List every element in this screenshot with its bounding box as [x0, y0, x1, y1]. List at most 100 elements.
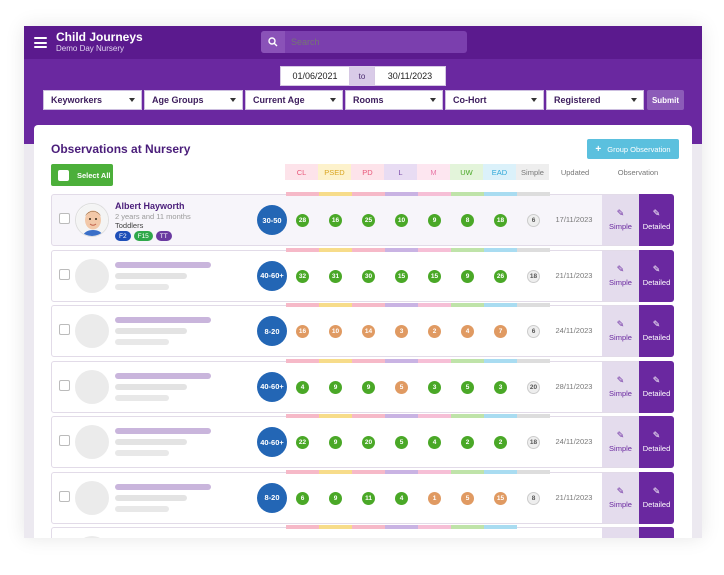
score-m: 9: [428, 214, 441, 227]
child-group: Toddlers: [115, 221, 144, 230]
chevron-down-icon: [330, 98, 336, 102]
simple-observation-button[interactable]: ✎ Simple: [602, 417, 639, 467]
area-stripe: [352, 525, 385, 529]
detailed-observation-button[interactable]: ✎ Detailed: [639, 360, 674, 413]
simple-label: Simple: [609, 499, 632, 509]
area-stripe: [451, 469, 484, 474]
pencil-icon: ✎: [616, 319, 625, 329]
area-stripe: [319, 414, 352, 418]
area-stripe: [352, 469, 385, 474]
updated-date: 17/11/2023: [555, 215, 593, 224]
child-row[interactable]: [51, 525, 674, 538]
detailed-observation-button[interactable]: ✎ Detailed: [639, 416, 674, 468]
area-stripe: [286, 469, 319, 474]
date-to-field[interactable]: 30/11/2023: [374, 66, 446, 86]
select-all-button[interactable]: Select All: [51, 164, 113, 186]
area-stripe: [418, 247, 451, 252]
area-stripe: [385, 303, 418, 307]
child-tags: F2 F15 TT: [115, 231, 175, 241]
age-groups-dropdown[interactable]: Age Groups: [144, 90, 243, 110]
select-all-checkbox[interactable]: [58, 169, 69, 181]
cohort-dropdown[interactable]: Co-Hort: [445, 90, 544, 110]
group-placeholder: [115, 505, 169, 512]
row-checkbox[interactable]: [59, 213, 70, 224]
search-input[interactable]: [291, 37, 461, 47]
child-row[interactable]: Albert Hayworth 2 years and 11 months Todd…: [51, 192, 674, 246]
area-stripe: [517, 192, 550, 196]
area-stripe: [385, 525, 418, 529]
score-uw: 4: [461, 325, 474, 338]
simple-observation-button[interactable]: ✎ Simple: [602, 361, 639, 412]
area-stripe: [418, 469, 451, 474]
submit-button[interactable]: Submit: [647, 90, 684, 110]
hamburger-icon[interactable]: [34, 37, 47, 48]
area-stripe: [286, 303, 319, 307]
simple-observation-button[interactable]: ✎ Simple: [602, 195, 639, 245]
date-separator: to: [350, 66, 374, 86]
age-band-badge: 8-20: [257, 482, 287, 513]
simple-observation-button[interactable]: ✎ Simple: [602, 250, 639, 301]
score-cl: 6: [296, 491, 309, 505]
simple-label: Simple: [609, 277, 632, 287]
child-row[interactable]: 40-60+ 32 31 30 15 15 9 26 18 21/11/2023 ✎ Simple ✎ D…: [51, 247, 674, 302]
column-header-psed: PSED: [318, 164, 351, 180]
area-stripe: [385, 247, 418, 252]
detailed-observation-button[interactable]: ✎ Detailed: [639, 471, 674, 524]
row-checkbox[interactable]: [59, 324, 70, 335]
area-stripe: [517, 414, 550, 418]
row-checkbox[interactable]: [59, 435, 70, 446]
pencil-icon: ✎: [616, 208, 625, 218]
area-stripe: [484, 358, 517, 363]
simple-observation-button[interactable]: ✎ Simple: [602, 472, 639, 523]
date-from-field[interactable]: 01/06/2021: [280, 66, 350, 86]
age-placeholder: [115, 383, 187, 390]
area-stripe: [352, 247, 385, 252]
area-stripe: [385, 414, 418, 418]
age-band-badge: 8-20: [257, 316, 287, 346]
child-row[interactable]: 8-20 6 9 11 4 1 5 15 8 21/11/2023 ✎ Simple ✎ Detailed: [51, 469, 674, 524]
current-age-dropdown[interactable]: Current Age: [245, 90, 343, 110]
detailed-observation-button[interactable]: ✎ Detailed: [639, 305, 674, 357]
child-row[interactable]: 40-60+ 4 9 9 5 3 5 3 20 28/11/2023 ✎ Simple ✎ Detaile…: [51, 358, 674, 413]
score-uw: 2: [461, 436, 474, 449]
column-header-observation: Observation: [617, 167, 659, 177]
app-window: Child Journeys Demo Day Nursery 01/06/20…: [24, 26, 702, 538]
age-band-badge: 30-50: [257, 205, 287, 235]
group-placeholder: [115, 450, 169, 456]
row-checkbox[interactable]: [59, 379, 70, 391]
area-stripe: [451, 303, 484, 307]
detailed-observation-button[interactable]: ✎ Detailed: [639, 194, 674, 246]
child-tag: F15: [133, 231, 153, 241]
avatar-placeholder: [75, 369, 109, 404]
rooms-dropdown[interactable]: Rooms: [345, 90, 443, 110]
simple-observation-button[interactable]: ✎ Simple: [602, 306, 639, 356]
area-stripe: [319, 247, 352, 252]
score-uw: 9: [461, 269, 474, 283]
row-checkbox[interactable]: [59, 490, 70, 502]
group-observation-button[interactable]: + Group Observation: [587, 139, 679, 159]
pencil-icon: ✎: [616, 485, 625, 496]
detailed-observation-button[interactable]: ✎ Detailed: [639, 249, 674, 302]
updated-date: 21/11/2023: [555, 270, 593, 280]
area-stripe: [286, 247, 319, 252]
keyworkers-dropdown[interactable]: Keyworkers: [43, 90, 142, 110]
score-psed: 16: [329, 214, 342, 227]
row-checkbox[interactable]: [59, 268, 70, 280]
score-cl: 32: [296, 269, 309, 283]
child-row[interactable]: 40-60+ 22 9 20 5 4 2 2 18 24/11/2023 ✎ Simple ✎ Detai…: [51, 414, 674, 468]
registered-dropdown[interactable]: Registered: [546, 90, 644, 110]
avatar-placeholder: [75, 480, 109, 515]
search-icon[interactable]: [261, 31, 285, 53]
score-pd: 14: [362, 325, 375, 338]
detailed-observation-button[interactable]: [639, 527, 674, 538]
child-row[interactable]: 8-20 16 10 14 3 2 4 7 6 24/11/2023 ✎ Simple ✎ Detaile…: [51, 303, 674, 357]
score-ead: 2: [494, 436, 507, 449]
score-l: 10: [395, 214, 408, 227]
area-stripe: [517, 247, 550, 252]
simple-observation-button[interactable]: [602, 528, 639, 538]
child-name[interactable]: Albert Hayworth: [115, 201, 185, 211]
detailed-label: Detailed: [642, 388, 671, 398]
column-header-l: L: [384, 164, 417, 180]
name-placeholder: [115, 483, 211, 490]
score-cl: 22: [296, 436, 309, 449]
